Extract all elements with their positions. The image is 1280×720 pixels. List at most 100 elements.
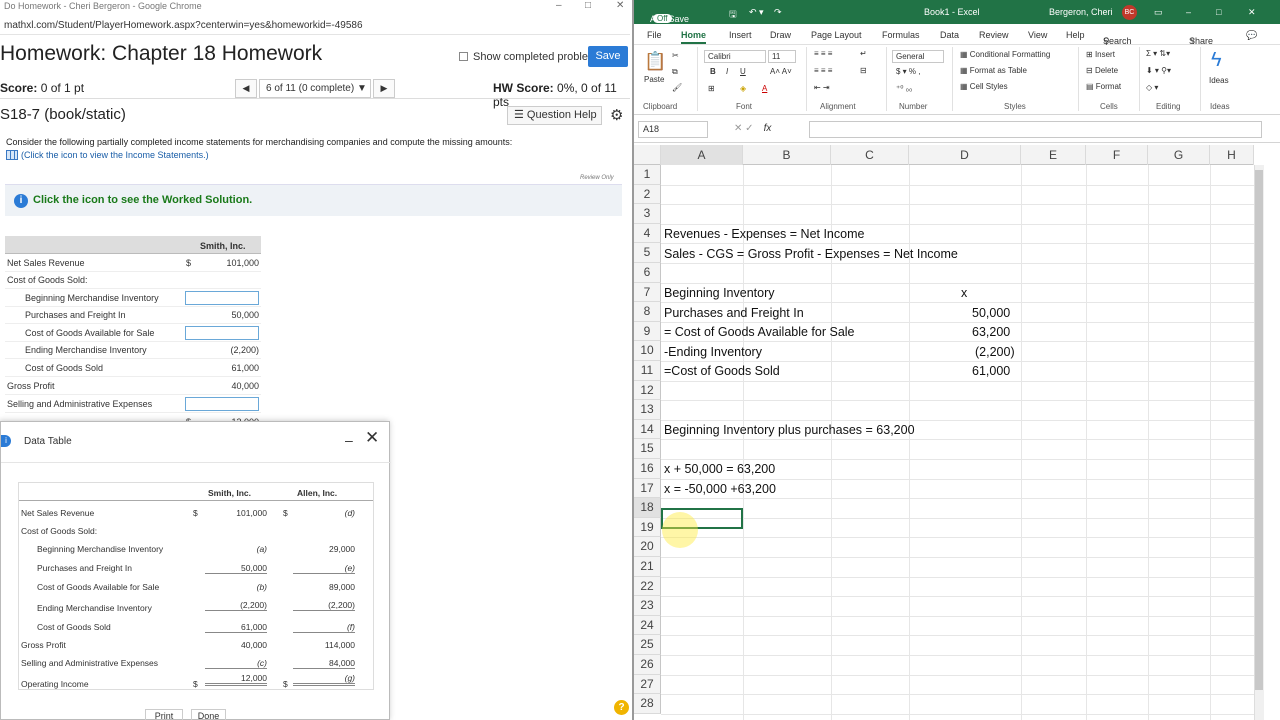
borders-icon[interactable]: ⊞ [708,84,715,93]
maximize-button[interactable]: □ [585,0,591,11]
question-help-button[interactable]: ☰ Question Help [507,106,602,125]
insert-cells-button[interactable]: ⊞ Insert [1086,50,1115,59]
column-header[interactable]: D [909,145,1021,165]
ribbon-display-icon[interactable]: ▭ [1154,7,1163,18]
row-header[interactable]: 22 [634,576,661,597]
row-header[interactable]: 4 [634,223,661,244]
row-header[interactable]: 24 [634,615,661,636]
minimize-icon[interactable]: – [345,432,353,448]
tab-help[interactable]: Help [1066,30,1085,40]
ideas-icon[interactable]: ϟ [1211,49,1222,72]
font-size-select[interactable]: 11 [768,50,796,63]
cell-a16[interactable]: x + 50,000 = 63,200 [664,462,775,476]
row-header[interactable]: 2 [634,184,661,205]
formula-input[interactable] [809,121,1262,138]
format-as-table-button[interactable]: ▦ Format as Table [960,66,1027,75]
currency-percent-icon[interactable]: $ ▾ % , [896,67,920,76]
cell-d8[interactable]: 50,000 [972,306,1010,320]
cogs-available-input[interactable] [185,326,259,340]
column-header[interactable]: A [661,145,743,165]
save-icon[interactable]: 🖫 [729,7,737,23]
copy-icon[interactable]: ⧉ [672,67,678,77]
redo-icon[interactable]: ↷ [774,7,782,18]
row-header[interactable]: 3 [634,204,661,224]
save-button[interactable]: Save [588,46,628,67]
row-header[interactable]: 12 [634,380,661,401]
delete-cells-button[interactable]: ⊟ Delete [1086,66,1118,75]
row-header[interactable]: 11 [634,361,661,381]
info-icon[interactable]: i [14,194,28,208]
undo-icon[interactable]: ↶ ▾ [749,7,764,18]
autosum-icon[interactable]: Σ ▾ ⇅▾ [1146,49,1170,58]
checkbox-icon[interactable] [459,52,468,61]
address-bar[interactable]: mathxl.com/Student/PlayerHomework.aspx?c… [0,17,630,35]
fill-icon[interactable]: ⬇ ▾ ⚲▾ [1146,66,1171,75]
print-button[interactable]: Print [145,709,183,720]
tab-page-layout[interactable]: Page Layout [811,30,862,40]
worked-solution-banner[interactable]: i Click the icon to see the Worked Solut… [5,184,622,216]
tab-file[interactable]: File [647,30,662,40]
close-icon[interactable]: ✕ [1248,7,1256,18]
help-icon[interactable]: ? [614,700,629,715]
cell-a10[interactable]: -Ending Inventory [664,345,762,359]
column-header[interactable]: H [1210,145,1254,165]
cut-icon[interactable]: ✂ [672,51,679,60]
maximize-icon[interactable]: □ [1216,7,1221,17]
italic-button[interactable]: I [726,67,728,76]
row-header[interactable]: 6 [634,263,661,283]
enter-icon[interactable]: ✓ [745,123,753,134]
selling-admin-input[interactable] [185,397,259,411]
row-header[interactable]: 19 [634,517,661,538]
minimize-button[interactable]: – [556,0,562,11]
paste-icon[interactable]: 📋 [644,51,666,72]
column-header[interactable]: G [1148,145,1210,165]
align-top-icon[interactable]: ≡ ≡ ≡ [814,49,832,58]
cell-a11[interactable]: =Cost of Goods Sold [664,364,780,378]
fill-color-icon[interactable]: ◈ [740,84,746,93]
cell-a17[interactable]: x = -50,000 +63,200 [664,482,776,496]
underline-button[interactable]: U [740,67,746,76]
format-painter-icon[interactable]: 🖌 [672,83,682,92]
paste-button[interactable]: Paste [644,75,664,84]
cell-styles-button[interactable]: ▦ Cell Styles [960,82,1008,91]
gear-icon[interactable]: ⚙ [610,106,623,124]
close-icon[interactable]: ✕ [365,428,379,448]
font-color-icon[interactable]: A [762,84,767,93]
show-completed-checkbox[interactable]: Show completed problem [459,51,597,63]
autosave-state[interactable]: Off [653,14,672,23]
cell-d11[interactable]: 61,000 [972,364,1010,378]
row-header[interactable]: 18 [634,498,661,518]
row-header[interactable]: 7 [634,282,661,303]
column-header[interactable]: E [1021,145,1086,165]
spreadsheet-grid[interactable]: A B C D E F G H 1 2 3 4 5 6 7 8 9 10 11 12 13 14 15 16 1… [634,145,1254,720]
grow-font-icon[interactable]: A˄ A˅ [770,67,792,76]
minimize-icon[interactable]: – [1186,7,1191,17]
conditional-formatting-button[interactable]: ▦ Conditional Formatting [960,50,1050,59]
tab-formulas[interactable]: Formulas [882,30,920,40]
format-cells-button[interactable]: ▤ Format [1086,82,1121,91]
row-header[interactable]: 20 [634,537,661,557]
align-left-icon[interactable]: ≡ ≡ ≡ [814,66,832,75]
row-header[interactable]: 10 [634,341,661,361]
row-header[interactable]: 26 [634,655,661,675]
cell-a5[interactable]: Sales - CGS = Gross Profit - Expenses = … [664,247,958,261]
row-header[interactable]: 28 [634,694,661,714]
tab-insert[interactable]: Insert [729,30,752,40]
column-header[interactable]: F [1086,145,1148,165]
cell-a7[interactable]: Beginning Inventory [664,286,775,300]
row-header[interactable]: 21 [634,557,661,577]
decimal-icon[interactable]: ⁺⁰ ₀₀ [896,84,912,93]
scrollbar-thumb[interactable] [1255,170,1263,690]
row-header[interactable]: 14 [634,419,661,440]
beginning-inventory-input[interactable] [185,291,259,305]
row-header[interactable]: 1 [634,165,661,185]
tab-draw[interactable]: Draw [770,30,791,40]
column-header[interactable]: B [743,145,831,165]
tab-data[interactable]: Data [940,30,959,40]
ideas-button[interactable]: Ideas [1209,76,1229,85]
cell-d7[interactable]: x [961,286,967,300]
bold-button[interactable]: B [710,67,716,76]
avatar[interactable]: BC [1122,5,1137,20]
prev-question-button[interactable]: ◀ [235,79,257,98]
select-all-corner[interactable] [634,145,661,165]
